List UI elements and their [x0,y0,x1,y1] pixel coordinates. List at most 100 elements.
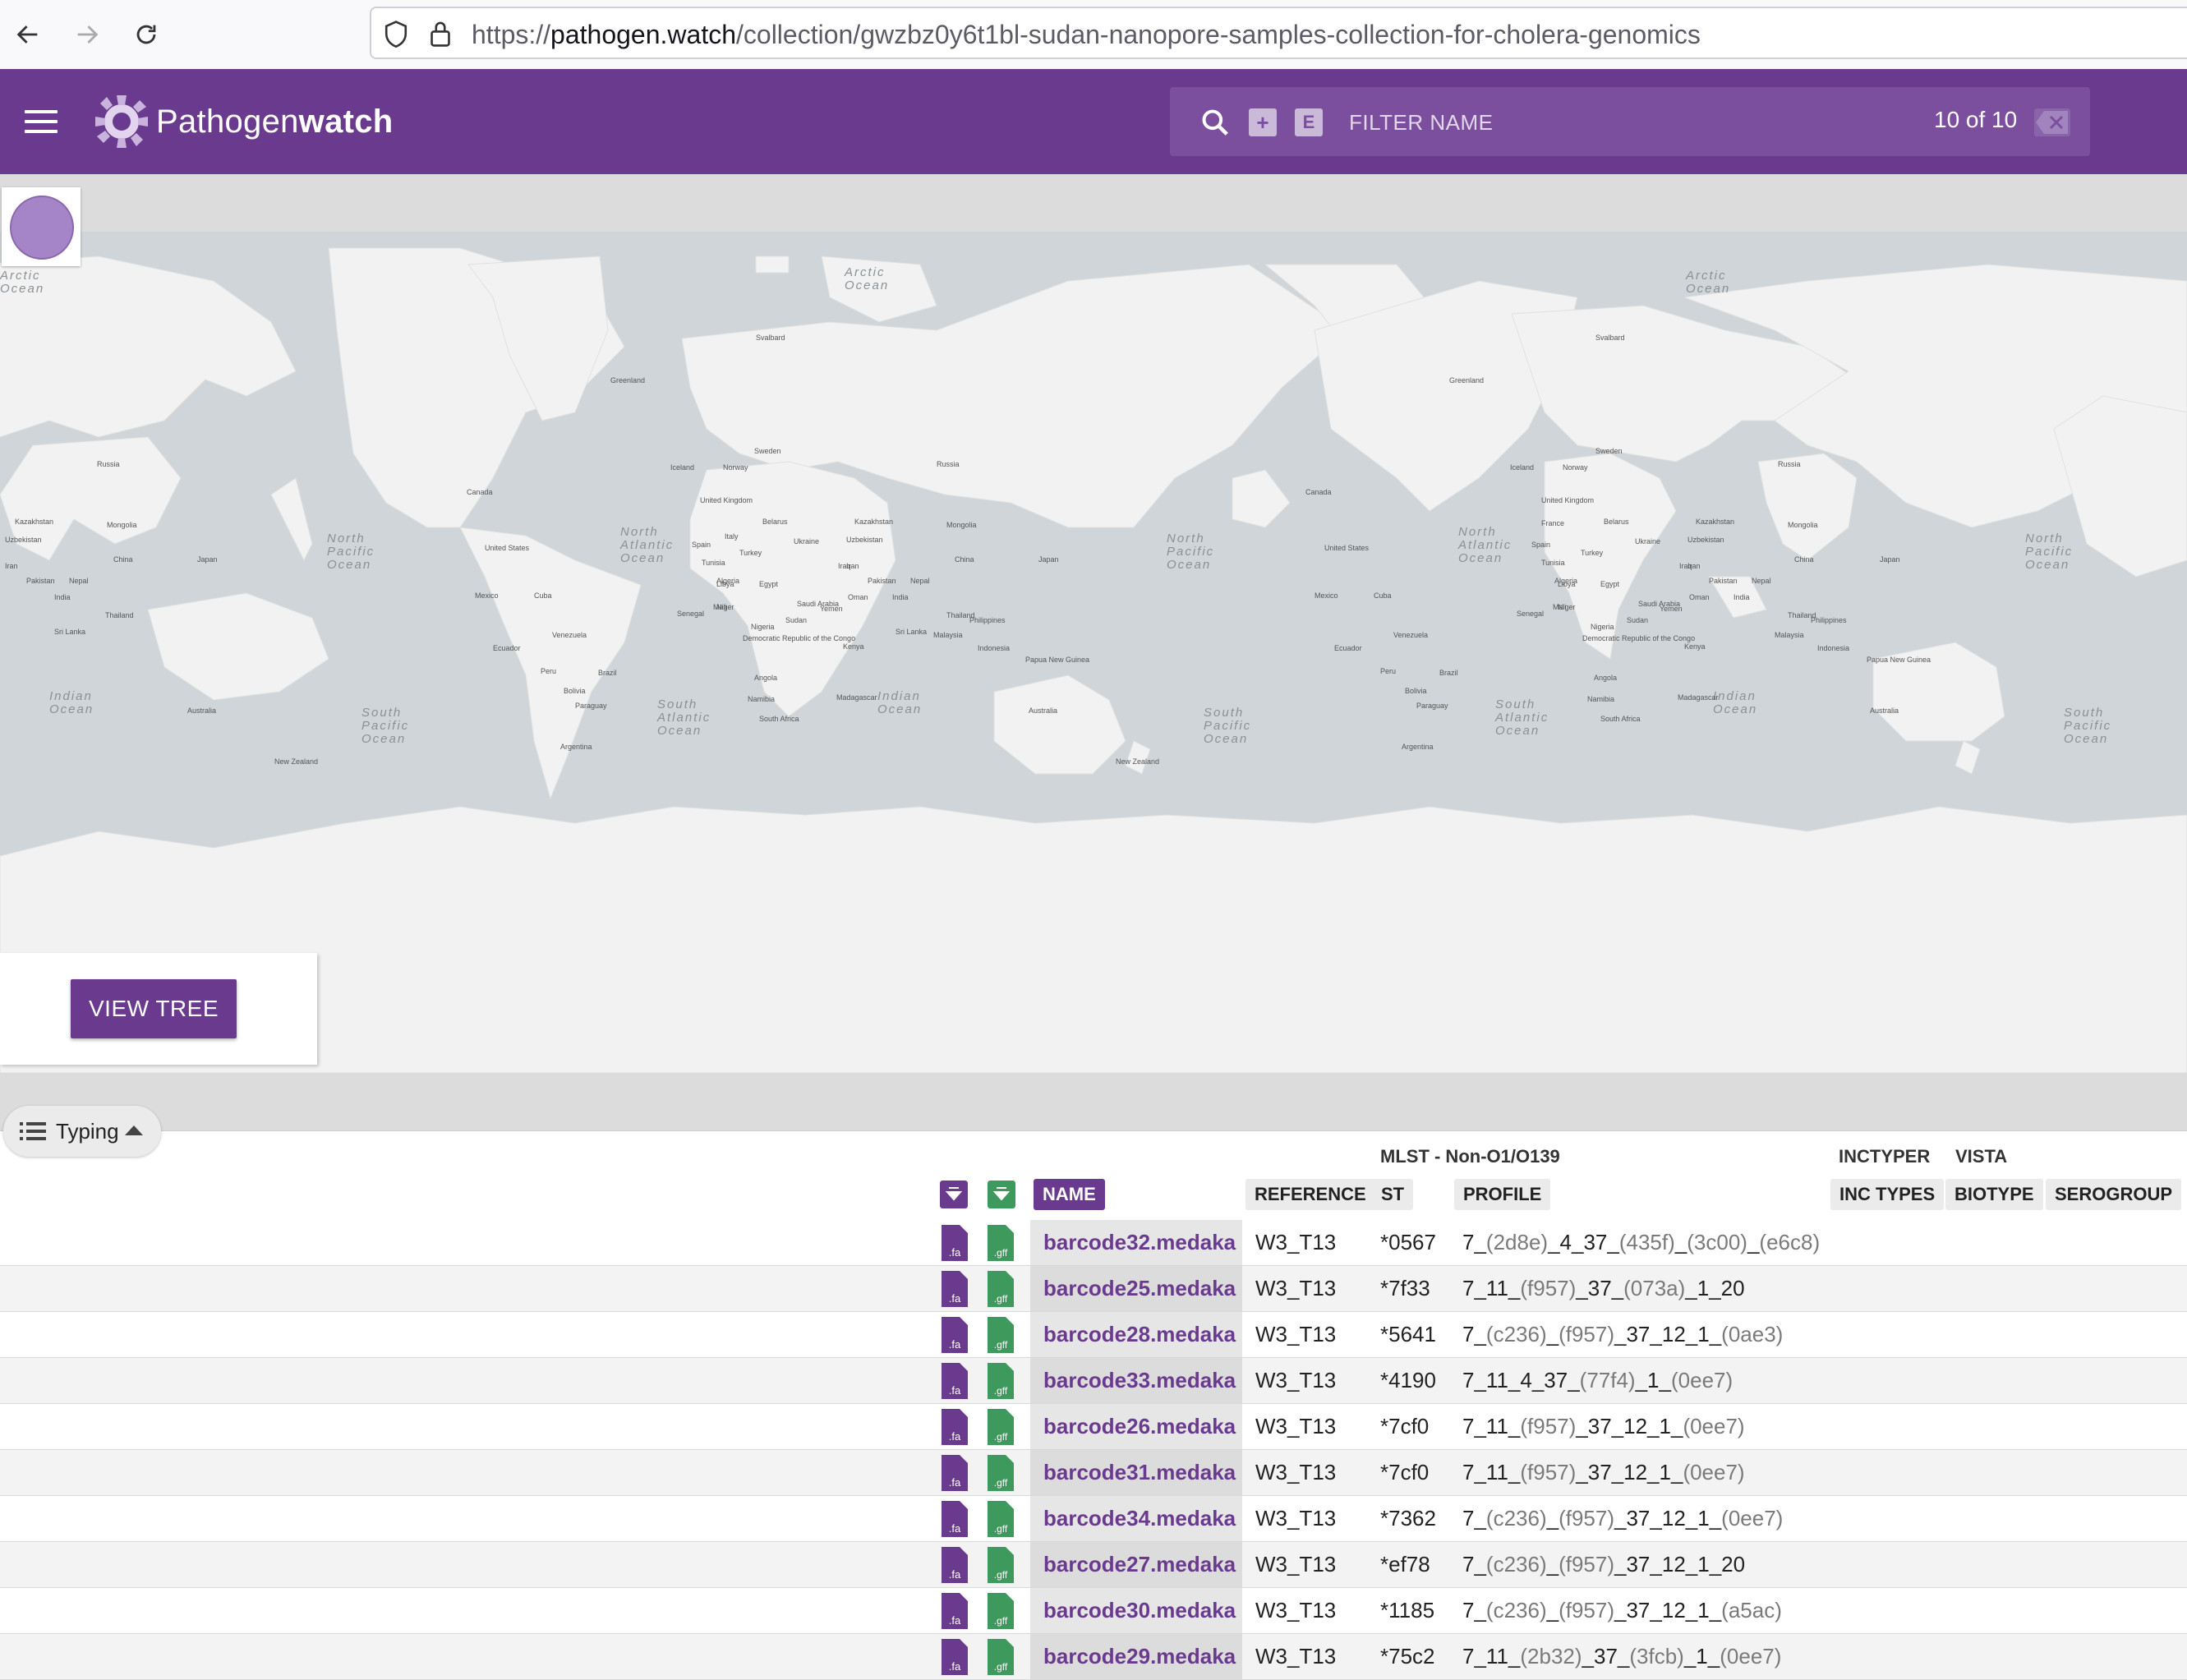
typing-toggle-button[interactable]: Typing [3,1106,161,1157]
fasta-file-icon[interactable]: .fa [942,1501,968,1537]
fasta-file-icon[interactable]: .fa [942,1225,968,1261]
table-row[interactable]: .fa .gff barcode34.medaka W3_T13 *7362 7_(c23… [0,1496,2187,1542]
table-row[interactable]: .fa .gff barcode30.medaka W3_T13 *1185 7_(c23… [0,1588,2187,1634]
st-cell: *7362 [1380,1506,1436,1530]
profile-allele: 7_11_4_37_ [1462,1368,1580,1392]
table-row[interactable]: .fa .gff barcode26.medaka W3_T13 *7cf0 7_11_(… [0,1404,2187,1450]
exact-match-button[interactable]: E [1295,108,1323,136]
gff-file-icon[interactable]: .gff [988,1409,1014,1445]
country-label: Senegal [1517,610,1544,618]
ocean-label: North Atlantic Ocean [619,525,674,565]
country-label: Cuba [1374,591,1392,600]
landmass-shape [147,592,329,701]
table-row[interactable]: .fa .gff barcode31.medaka W3_T13 *7cf0 7_11_(… [0,1450,2187,1496]
column-reference[interactable]: REFERENCE [1245,1179,1375,1210]
fasta-file-icon[interactable]: .fa [942,1317,968,1353]
genome-name-link[interactable]: barcode34.medaka [1043,1506,1236,1531]
reference-cell: W3_T13 [1255,1598,1337,1622]
profile-novel-allele: (c236) [1485,1506,1547,1530]
country-label: China [113,555,133,564]
profile-allele: _ [1546,1552,1559,1576]
country-label: Japan [1038,555,1059,564]
gff-file-icon[interactable]: .gff [988,1639,1014,1675]
country-label: Pakistan [868,577,896,585]
gff-file-icon[interactable]: .gff [988,1271,1014,1307]
filter-name-input[interactable]: FILTER NAME [1349,110,1493,136]
gff-file-icon[interactable]: .gff [988,1547,1014,1583]
genome-name-link[interactable]: barcode29.medaka [1043,1644,1236,1669]
genome-name-link[interactable]: barcode33.medaka [1043,1368,1236,1393]
genome-name-link[interactable]: barcode31.medaka [1043,1460,1236,1485]
column-inc-types[interactable]: INC TYPES [1830,1179,1945,1210]
profile-novel-allele: (f957) [1559,1506,1615,1530]
profile-novel-allele: (e6c8) [1759,1230,1821,1254]
list-icon [20,1122,46,1140]
genome-name-link[interactable]: barcode28.medaka [1043,1322,1236,1347]
column-st[interactable]: ST [1372,1179,1414,1210]
reference-cell: W3_T13 [1255,1506,1337,1530]
fasta-file-icon[interactable]: .fa [942,1409,968,1445]
gff-file-icon[interactable]: .gff [988,1317,1014,1353]
genome-name-link[interactable]: barcode25.medaka [1043,1276,1236,1301]
world-map[interactable]: Arctic Ocean Arctic Ocean Arctic Ocean North Pa… [0,232,2187,1073]
country-label: Cuba [534,591,552,600]
fasta-file-icon[interactable]: .fa [942,1455,968,1491]
download-fasta-all-icon[interactable] [940,1181,968,1208]
brand-light: Pathogen [156,104,299,140]
gff-file-icon[interactable]: .gff [988,1363,1014,1399]
column-serogroup[interactable]: SEROGROUP [2046,1179,2182,1210]
column-name[interactable]: NAME [1034,1179,1105,1210]
view-tree-button[interactable]: VIEW TREE [71,979,237,1038]
gff-file-icon[interactable]: .gff [988,1455,1014,1491]
profile-allele: _1_20 [1685,1276,1745,1300]
clear-filter-button[interactable] [2034,108,2070,136]
gff-file-icon[interactable]: .gff [988,1501,1014,1537]
back-button[interactable] [10,16,46,53]
fasta-file-icon[interactable]: .fa [942,1593,968,1629]
profile-allele: 7_ [1462,1552,1486,1576]
table-row[interactable]: .fa .gff barcode33.medaka W3_T13 *4190 7_11_4… [0,1358,2187,1404]
ocean-label: Indian Ocean [877,689,922,716]
gff-file-icon[interactable]: .gff [988,1593,1014,1629]
country-label: Iraq [838,562,851,570]
add-filter-button[interactable]: + [1249,108,1277,136]
profile-novel-allele: (0ee7) [1683,1460,1745,1484]
genome-name-link[interactable]: barcode26.medaka [1043,1414,1236,1439]
column-biotype[interactable]: BIOTYPE [1945,1179,2043,1210]
fasta-file-icon[interactable]: .fa [942,1271,968,1307]
country-label: Argentina [560,743,592,751]
reload-button[interactable] [128,16,164,53]
genome-name-link[interactable]: barcode32.medaka [1043,1230,1236,1255]
country-label: China [1794,555,1814,564]
genome-name-link[interactable]: barcode30.medaka [1043,1598,1236,1623]
menu-icon[interactable] [25,110,58,135]
st-cell: *75c2 [1380,1644,1435,1668]
country-label: Australia [1029,707,1057,715]
table-row[interactable]: .fa .gff barcode29.medaka W3_T13 *75c2 7_11_(… [0,1634,2187,1680]
address-bar[interactable]: https://pathogen.watch/collection/gwzbz0… [370,7,2187,59]
backspace-icon [2036,111,2068,134]
brand-name[interactable]: Pathogenwatch [156,104,394,140]
forward-button[interactable] [69,16,105,53]
fasta-file-icon[interactable]: .fa [942,1363,968,1399]
fasta-file-icon[interactable]: .fa [942,1547,968,1583]
country-label: Canada [1305,488,1332,496]
country-label: Sri Lanka [896,628,927,636]
fasta-file-icon[interactable]: .fa [942,1639,968,1675]
table-row[interactable]: .fa .gff barcode25.medaka W3_T13 *7f33 7_11_(… [0,1266,2187,1312]
gff-file-icon[interactable]: .gff [988,1225,1014,1261]
ocean-label: South Pacific Ocean [1204,706,1251,746]
map-legend[interactable] [2,187,81,266]
table-row[interactable]: .fa .gff barcode28.medaka W3_T13 *5641 7_(c23… [0,1312,2187,1358]
brand-bold: watch [298,104,394,140]
table-row[interactable]: .fa .gff barcode32.medaka W3_T13 *0567 7_(2d8… [0,1220,2187,1266]
download-gff-all-icon[interactable] [988,1181,1015,1208]
table-row[interactable]: .fa .gff barcode27.medaka W3_T13 *ef78 7_(c23… [0,1542,2187,1588]
genome-name-link[interactable]: barcode27.medaka [1043,1552,1236,1577]
search-icon[interactable] [1199,107,1231,138]
column-profile[interactable]: PROFILE [1454,1179,1551,1210]
profile-cell: 7_11_(f957)_37_12_1_(0ee7) [1462,1460,1745,1485]
fasta-label: .fa [949,1384,961,1397]
gff-label: .gff [994,1477,1008,1489]
country-label: Indonesia [978,644,1010,652]
